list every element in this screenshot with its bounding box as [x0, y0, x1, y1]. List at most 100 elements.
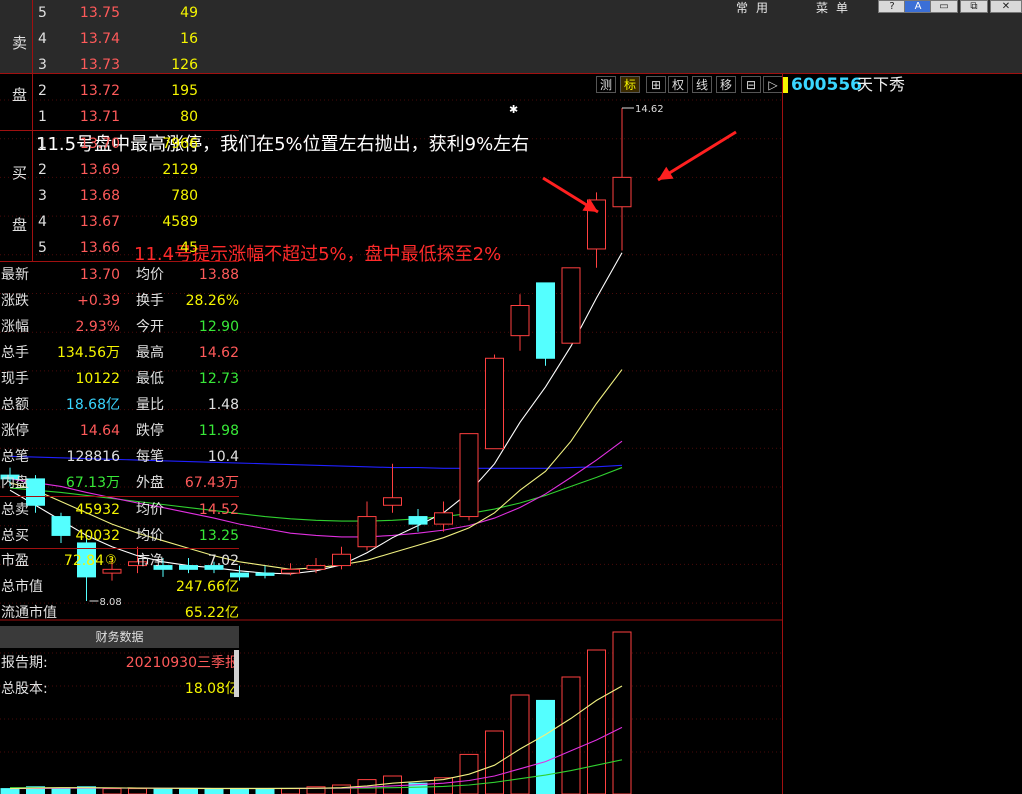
quote-row-value-1: 18.68亿 [65, 397, 120, 413]
quote-row-value-2: 13.88 [198, 267, 239, 283]
quote-row-label-1: 涨跌 [1, 293, 29, 309]
help-button[interactable]: ? [878, 0, 906, 13]
minimize-button[interactable]: ▭ [930, 0, 958, 13]
bid-level: 2 [38, 162, 47, 178]
pb-label: 市净 [136, 553, 164, 569]
ask-volume: 126 [171, 57, 198, 73]
high-price-label: 14.62 [635, 104, 664, 115]
quote-row-label-1: 涨停 [1, 423, 29, 439]
toolbar-button-5[interactable]: 移 [716, 76, 736, 93]
toolbar-button-4[interactable]: 线 [692, 76, 712, 93]
stock-name[interactable]: 天下秀 [857, 74, 905, 96]
pe-label: 市盈 [1, 553, 29, 569]
bid-price[interactable]: 13.66 [60, 235, 120, 261]
report-period-value: 20210930三季报 [125, 655, 239, 671]
toolbar-button-2[interactable]: ⊞ [646, 76, 666, 93]
volume-bar-down [536, 699, 555, 794]
quote-row-value-1: 2.93% [75, 319, 120, 335]
candle-body-up [510, 305, 530, 337]
candle-body-down [255, 572, 275, 576]
quote-row-label-1: 涨幅 [1, 319, 29, 335]
volume-bar-down [204, 788, 224, 794]
toolbar-button-7[interactable]: ▷ [763, 76, 783, 93]
ask-price[interactable]: 13.71 [60, 104, 120, 130]
bid-price[interactable]: 13.68 [60, 183, 120, 209]
bid-price[interactable]: 13.69 [60, 157, 120, 183]
volume-bar-down [0, 788, 20, 794]
bid-level: 3 [38, 188, 47, 204]
ask-level: 1 [38, 109, 47, 125]
totals-row-value-2: 14.52 [198, 502, 239, 518]
volume-bar-up [612, 631, 632, 794]
quote-row-label-1: 最新 [1, 267, 29, 283]
volume-bar-up [332, 784, 351, 794]
sell-label-1: 卖 [12, 34, 28, 52]
chart-marker-icon: ✱ [509, 103, 519, 116]
bid-volume: 7966 [162, 136, 198, 152]
totals-row-value-1: 40032 [75, 528, 120, 544]
ask-price[interactable]: 13.73 [60, 52, 120, 78]
candle-body-up [485, 357, 504, 450]
quote-row-label-2: 最高 [136, 345, 164, 361]
bid-level: 5 [38, 240, 47, 256]
quote-row-label-2: 今开 [136, 319, 164, 335]
menu-menu[interactable]: 菜单 [816, 0, 856, 16]
ask-level: 3 [38, 57, 47, 73]
volume-bar-down [179, 788, 198, 794]
totals-row-label-1: 总买 [1, 528, 29, 544]
candle-body-up [357, 516, 377, 548]
volume-ma-magenta [9, 726, 623, 790]
quote-row-value-2: 12.73 [198, 371, 239, 387]
toolbar-button-6[interactable]: ⊟ [741, 76, 761, 93]
ask-level: 5 [38, 5, 47, 21]
candle-body-up [332, 553, 351, 567]
candle-body-up [612, 176, 632, 208]
quote-row-label-1: 总手 [1, 345, 29, 361]
close-button[interactable]: ✕ [990, 0, 1022, 13]
quote-row-label-1: 总额 [1, 397, 29, 413]
totals-row-value-1: 45932 [75, 502, 120, 518]
quote-row-value-2: 14.62 [198, 345, 239, 361]
volume-bar-up [128, 788, 147, 794]
toolbar-button-1[interactable]: 标 [620, 76, 640, 93]
volume-ma-green [10, 759, 623, 789]
volume-bar-down [153, 788, 173, 794]
quote-row-label-2: 跌停 [136, 423, 164, 439]
bid-volume: 4589 [162, 214, 198, 230]
ask-price[interactable]: 13.75 [60, 0, 120, 26]
bid-level: 4 [38, 214, 47, 230]
mktcap-value: 247.66亿 [176, 579, 239, 595]
quote-row-value-2: 11.98 [198, 423, 239, 439]
ask-price[interactable]: 13.72 [60, 78, 120, 104]
report-period-label: 报告期: [1, 655, 48, 671]
candle-body-up [434, 512, 453, 525]
ask-volume: 16 [180, 31, 198, 47]
bid-volume: 2129 [162, 162, 198, 178]
bid-price[interactable]: 13.67 [60, 209, 120, 235]
ask-level: 4 [38, 31, 47, 47]
bid-volume: 45 [180, 240, 198, 256]
candle-body-up [306, 565, 326, 570]
totals-row-label-1: 总卖 [1, 502, 29, 518]
finance-header[interactable]: 财务数据 [0, 626, 239, 648]
ask-volume: 80 [180, 109, 198, 125]
volume-bar-up [561, 676, 581, 794]
restore-button[interactable]: ⧉ [960, 0, 988, 13]
total-shares-value: 18.08亿 [184, 681, 239, 697]
buy-label-2: 盘 [12, 216, 28, 234]
quote-row-value-2: 12.90 [198, 319, 239, 335]
quote-row-label-2: 换手 [136, 293, 164, 309]
ask-price[interactable]: 13.74 [60, 26, 120, 52]
stock-code[interactable]: 600556 [791, 74, 862, 96]
menu-common[interactable]: 常用 [736, 0, 776, 16]
font-button[interactable]: A [904, 0, 932, 13]
pb-value: 7.02 [207, 553, 239, 569]
toolbar-button-0[interactable]: 测 [596, 76, 616, 93]
bid-volume: 780 [171, 188, 198, 204]
bid-price[interactable]: 13.70 [60, 131, 120, 157]
scrollbar-thumb[interactable] [234, 650, 239, 697]
panel-divider [782, 73, 783, 794]
quote-row-value-1: 128816 [66, 449, 120, 465]
float-mktcap-value: 65.22亿 [184, 605, 239, 621]
toolbar-button-3[interactable]: 权 [668, 76, 688, 93]
